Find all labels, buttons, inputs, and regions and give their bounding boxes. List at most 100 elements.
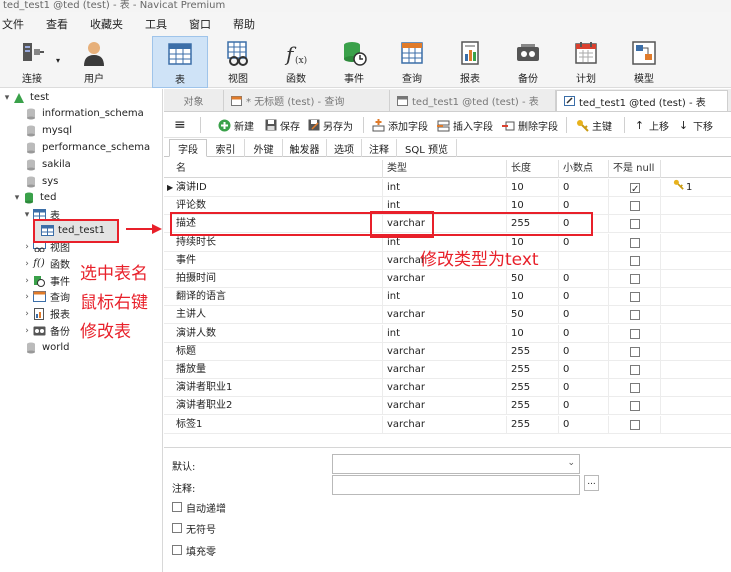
cell-name[interactable]: 拍摄时间 bbox=[172, 270, 383, 288]
insert-field-button[interactable]: 插入字段 bbox=[437, 117, 493, 133]
cell-length[interactable]: 255 bbox=[507, 397, 559, 416]
comment-input[interactable] bbox=[332, 475, 580, 495]
not-null-checkbox[interactable] bbox=[630, 219, 640, 230]
cell-decimals[interactable] bbox=[559, 251, 609, 270]
not-null-checkbox[interactable] bbox=[630, 383, 640, 394]
cell-length[interactable]: 50 bbox=[507, 270, 559, 288]
cell-type[interactable]: varchar bbox=[383, 397, 507, 416]
chevron-down-icon[interactable]: ▾ bbox=[2, 93, 12, 103]
table-row[interactable]: 演讲者职业2 varchar 255 0 bbox=[164, 397, 731, 416]
table-button[interactable]: 表 bbox=[152, 36, 208, 88]
default-select[interactable]: ⌄ bbox=[332, 454, 580, 474]
cell-type[interactable]: varchar bbox=[383, 361, 507, 379]
tree-db-sys[interactable]: sys bbox=[24, 173, 58, 190]
chevron-down-icon[interactable]: ▾ bbox=[12, 193, 22, 203]
cell-decimals[interactable]: 0 bbox=[559, 397, 609, 416]
cell-name[interactable]: 演讲ID bbox=[172, 179, 383, 197]
cell-length[interactable]: 10 bbox=[507, 324, 559, 343]
zerofill-checkbox[interactable] bbox=[172, 545, 182, 555]
cell-decimals[interactable]: 0 bbox=[559, 270, 609, 288]
table-row[interactable]: 翻译的语言 int 10 0 bbox=[164, 288, 731, 307]
cell-length[interactable]: 10 bbox=[507, 288, 559, 307]
cell-type[interactable]: varchar bbox=[383, 342, 507, 361]
tree-db-mysql[interactable]: mysql bbox=[24, 122, 72, 139]
menu-favorites[interactable]: 收藏夹 bbox=[90, 16, 131, 32]
new-button[interactable]: 新建 bbox=[218, 117, 254, 133]
event-button[interactable]: 事件 bbox=[326, 36, 382, 88]
menu-window[interactable]: 窗口 bbox=[189, 16, 219, 32]
cell-name[interactable]: 演讲者职业2 bbox=[172, 397, 383, 416]
chevron-right-icon[interactable]: › bbox=[22, 326, 32, 336]
browse-button[interactable]: ... bbox=[584, 475, 599, 491]
cell-decimals[interactable]: 0 bbox=[559, 233, 609, 252]
not-null-checkbox[interactable] bbox=[630, 401, 640, 412]
tree-group-functions[interactable]: › f() 函数 bbox=[22, 255, 70, 272]
cell-decimals[interactable]: 0 bbox=[559, 379, 609, 398]
cell-length[interactable]: 255 bbox=[507, 379, 559, 398]
connect-button[interactable]: 连接 bbox=[4, 36, 60, 88]
not-null-checkbox[interactable] bbox=[630, 365, 640, 375]
cell-name[interactable]: 演讲人数 bbox=[172, 324, 383, 343]
cell-name[interactable]: 翻译的语言 bbox=[172, 288, 383, 307]
menu-view[interactable]: 查看 bbox=[46, 16, 76, 32]
cell-name[interactable]: 事件 bbox=[172, 251, 383, 270]
subtab-sql-preview[interactable]: SQL 预览 bbox=[397, 139, 457, 157]
cell-name[interactable]: 播放量 bbox=[172, 361, 383, 379]
auto-increment-checkbox[interactable] bbox=[172, 502, 182, 512]
chevron-down-icon[interactable]: ▾ bbox=[22, 210, 32, 220]
header-length[interactable]: 长度 bbox=[507, 160, 559, 178]
connect-dropdown-icon[interactable]: ▾ bbox=[56, 56, 60, 65]
cell-type[interactable]: int bbox=[383, 324, 507, 343]
function-button[interactable]: f (x) 函数 bbox=[268, 36, 324, 88]
not-null-checkbox[interactable] bbox=[630, 292, 640, 303]
subtab-foreign-keys[interactable]: 外键 bbox=[245, 139, 283, 157]
move-up-button[interactable]: ↑ 上移 bbox=[633, 117, 669, 133]
schedule-button[interactable]: 计划 bbox=[558, 36, 614, 88]
cell-decimals[interactable]: 0 bbox=[559, 324, 609, 343]
cell-decimals[interactable]: 0 bbox=[559, 306, 609, 325]
save-as-button[interactable]: 另存为 bbox=[307, 117, 353, 133]
tree-table-ted-test1[interactable]: ted_test1 bbox=[40, 222, 105, 239]
chevron-right-icon[interactable]: › bbox=[22, 259, 32, 269]
tab-objects[interactable]: 对象 bbox=[164, 90, 224, 111]
header-decimals[interactable]: 小数点 bbox=[559, 160, 609, 178]
header-not-null[interactable]: 不是 null bbox=[609, 160, 661, 178]
chevron-right-icon[interactable]: › bbox=[22, 276, 32, 286]
cell-decimals[interactable]: 0 bbox=[559, 342, 609, 361]
cell-name[interactable]: 持续时长 bbox=[172, 233, 383, 252]
tree-group-events[interactable]: › 事件 bbox=[22, 272, 70, 289]
backup-button[interactable]: 备份 bbox=[500, 36, 556, 88]
chevron-right-icon[interactable]: › bbox=[22, 309, 32, 319]
cell-type[interactable]: varchar bbox=[383, 415, 507, 434]
tree-db-information-schema[interactable]: information_schema bbox=[24, 105, 144, 122]
table-row[interactable]: 演讲人数 int 10 0 bbox=[164, 324, 731, 343]
cell-length[interactable]: 50 bbox=[507, 306, 559, 325]
subtab-options[interactable]: 选项 bbox=[327, 139, 362, 157]
view-button[interactable]: 视图 bbox=[210, 36, 266, 88]
menu-file[interactable]: 文件 bbox=[2, 16, 32, 32]
not-null-checkbox[interactable] bbox=[630, 181, 640, 197]
table-row[interactable]: ▶演讲IDint1001 bbox=[164, 179, 731, 197]
table-row[interactable]: 主讲人 varchar 50 0 bbox=[164, 306, 731, 325]
save-button[interactable]: 保存 bbox=[264, 117, 300, 133]
cell-type[interactable]: int bbox=[383, 179, 507, 197]
menu-tools[interactable]: 工具 bbox=[145, 16, 175, 32]
subtab-triggers[interactable]: 触发器 bbox=[283, 139, 327, 157]
cell-decimals[interactable]: 0 bbox=[559, 361, 609, 379]
chevron-right-icon[interactable]: › bbox=[22, 242, 32, 252]
cell-name[interactable]: 主讲人 bbox=[172, 306, 383, 325]
not-null-checkbox[interactable] bbox=[630, 255, 640, 266]
tree-group-backups[interactable]: › 备份 bbox=[22, 322, 70, 339]
table-row[interactable]: 演讲者职业1 varchar 255 0 bbox=[164, 379, 731, 398]
cell-name[interactable]: 标题 bbox=[172, 342, 383, 361]
menu-hamburger-icon[interactable]: ≡ bbox=[174, 117, 186, 133]
tree-group-reports[interactable]: › 报表 bbox=[22, 305, 70, 322]
unsigned-checkbox[interactable] bbox=[172, 523, 182, 533]
primary-key-button[interactable]: 主键 bbox=[576, 117, 612, 133]
menu-help[interactable]: 帮助 bbox=[233, 16, 263, 32]
subtab-comment[interactable]: 注释 bbox=[362, 139, 397, 157]
tree-db-performance-schema[interactable]: performance_schema bbox=[24, 139, 150, 156]
cell-length[interactable]: 10 bbox=[507, 179, 559, 197]
table-row[interactable]: 播放量 varchar 255 0 bbox=[164, 361, 731, 379]
tab-table-design-1[interactable]: ted_test1 @ted (test) - 表 bbox=[390, 90, 556, 111]
